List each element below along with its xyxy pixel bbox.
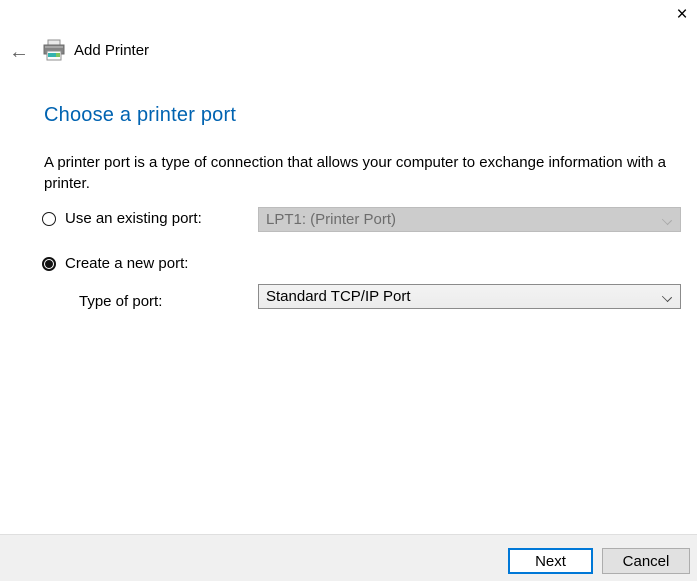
page-title: Choose a printer port <box>44 104 236 127</box>
back-arrow-icon[interactable]: ← <box>6 40 32 64</box>
next-button[interactable]: Next <box>508 548 593 574</box>
existing-port-label[interactable]: Use an existing port: <box>65 210 202 227</box>
port-type-label: Type of port: <box>79 293 162 310</box>
port-type-select[interactable]: Standard TCP/IP Port <box>258 284 681 309</box>
wizard-title: Add Printer <box>74 42 149 59</box>
new-port-label[interactable]: Create a new port: <box>65 255 188 272</box>
existing-port-option[interactable]: Use an existing port: <box>42 210 202 227</box>
new-port-radio[interactable] <box>42 257 56 271</box>
existing-port-value: LPT1: (Printer Port) <box>266 211 396 228</box>
existing-port-radio[interactable] <box>42 212 56 226</box>
add-printer-wizard-window: × ← Add Printer Choose a printer port A … <box>0 0 697 581</box>
new-port-option[interactable]: Create a new port: <box>42 255 188 272</box>
description-text: A printer port is a type of connection t… <box>44 152 670 194</box>
cancel-button[interactable]: Cancel <box>602 548 690 574</box>
printer-icon <box>42 38 66 62</box>
chevron-down-icon <box>663 216 671 224</box>
close-icon[interactable]: × <box>669 2 695 26</box>
wizard-header: Add Printer <box>42 38 149 62</box>
port-type-value: Standard TCP/IP Port <box>266 288 411 305</box>
existing-port-select: LPT1: (Printer Port) <box>258 207 681 232</box>
chevron-down-icon <box>663 293 671 301</box>
